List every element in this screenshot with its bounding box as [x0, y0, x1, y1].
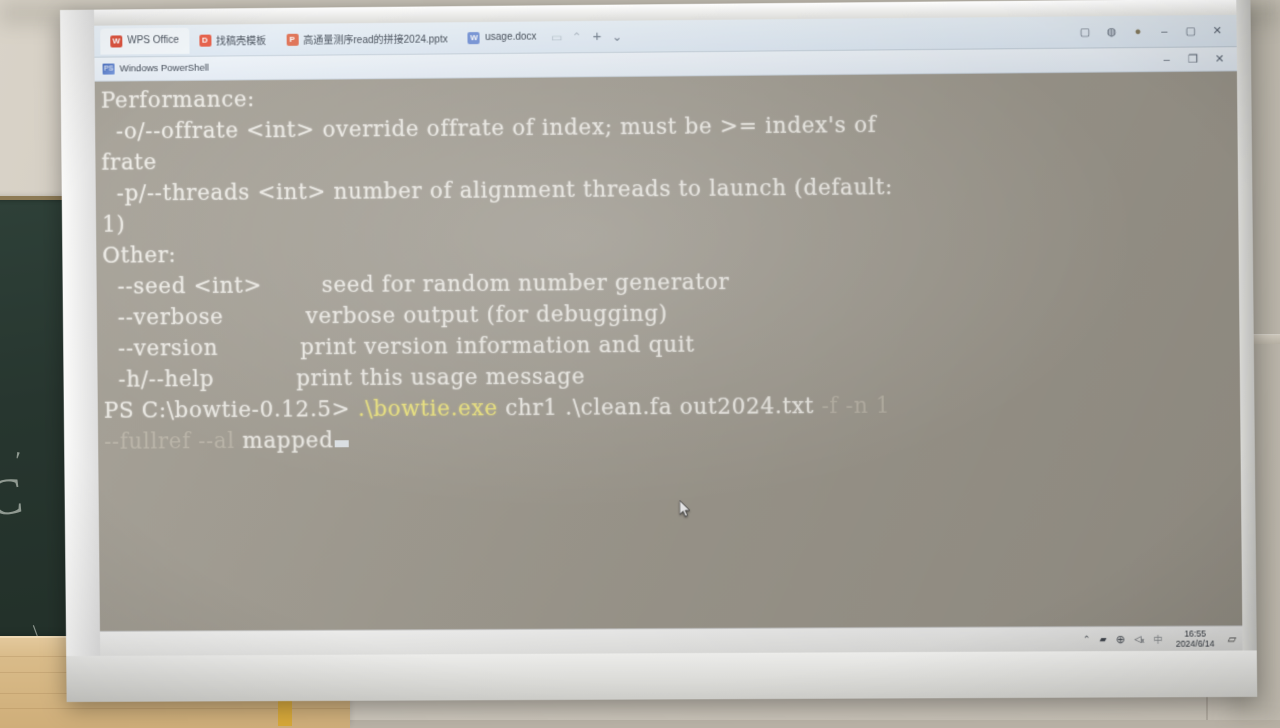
- system-tray: ⌃ ▰ ⊕ ◁ₓ 中: [1083, 632, 1163, 645]
- mouse-cursor-icon: [679, 500, 692, 518]
- screen-frame-bottom: [66, 650, 1258, 703]
- console-text: --verbose verbose output (for debugging): [102, 301, 668, 331]
- wps-minimize-button[interactable]: –: [1151, 20, 1178, 42]
- title-bar-spacer: [209, 60, 1153, 69]
- console-text: Performance:: [100, 87, 256, 114]
- network-globe-icon[interactable]: ⊕: [1116, 632, 1125, 645]
- wps-close-button[interactable]: ✕: [1204, 19, 1231, 41]
- tab-list-icon[interactable]: ▭: [547, 27, 567, 47]
- tab-pptx-document[interactable]: P 高通量测序read的拼接2024.pptx: [276, 25, 458, 53]
- globe-icon[interactable]: ◍: [1098, 20, 1125, 42]
- console-text: .\bowtie.exe: [357, 396, 498, 423]
- console-text: --seed <int> seed for random number gene…: [102, 269, 730, 300]
- new-tab-dropdown-icon[interactable]: ⌄: [607, 26, 627, 46]
- tab-label: WPS Office: [127, 34, 179, 47]
- projected-desktop: W WPS Office D 找稿壳模板 P 高通量测序read的拼接2024.…: [94, 14, 1243, 656]
- ps-close-button[interactable]: ✕: [1206, 48, 1233, 70]
- taskbar-clock[interactable]: 16:55 2024/6/14: [1171, 628, 1220, 648]
- projection-screen: W WPS Office D 找稿壳模板 P 高通量测序read的拼接2024.…: [60, 0, 1258, 703]
- sidebar-toggle-icon[interactable]: ▢: [1072, 21, 1099, 43]
- tab-wps-office[interactable]: W WPS Office: [100, 27, 190, 55]
- clock-date: 2024/6/14: [1175, 638, 1215, 649]
- console-text: frate: [101, 150, 158, 176]
- tab-strip-spacer: [627, 32, 1072, 36]
- template-icon: D: [198, 34, 212, 47]
- wps-maximize-button[interactable]: ▢: [1177, 20, 1204, 42]
- text-cursor: [334, 440, 349, 448]
- folder-tray-icon[interactable]: ▰: [1099, 634, 1106, 645]
- desktop-surface: W WPS Office D 找稿壳模板 P 高通量测序read的拼接2024.…: [94, 14, 1243, 656]
- wps-logo-icon: W: [110, 34, 123, 48]
- tab-template-search[interactable]: D 找稿壳模板: [189, 26, 276, 53]
- console-text: Other:: [102, 243, 177, 269]
- powershell-window-title: Windows PowerShell: [119, 62, 209, 75]
- tab-label: 高通量测序read的拼接2024.pptx: [303, 34, 448, 47]
- console-text: -p/--threads <int> number of alignment t…: [101, 175, 894, 207]
- console-text: chr1 .\clean.fa out2024.txt: [497, 393, 822, 422]
- account-avatar[interactable]: ●: [1125, 20, 1152, 42]
- windows-taskbar: ⌃ ▰ ⊕ ◁ₓ 中 16:55 2024/6/14 ▱: [99, 625, 1243, 656]
- powershell-icon: PS: [102, 63, 115, 75]
- show-hidden-icons-chevron[interactable]: ⌃: [1083, 634, 1091, 645]
- clock-time: 16:55: [1184, 628, 1206, 639]
- console-text: -h/--help print this usage message: [103, 364, 586, 393]
- ps-maximize-button[interactable]: ❐: [1180, 48, 1207, 70]
- tab-label: 找稿壳模板: [215, 36, 267, 48]
- console-text: PS C:\bowtie-0.12.5>: [103, 397, 359, 424]
- ps-minimize-button[interactable]: –: [1153, 48, 1180, 70]
- console-text: --fullref --al: [104, 428, 235, 455]
- word-icon: W: [467, 31, 481, 44]
- powershell-console-output[interactable]: Performance: -o/--offrate <int> override…: [94, 71, 1243, 632]
- console-text: -f -n 1: [821, 393, 891, 420]
- powerpoint-icon: P: [286, 33, 299, 46]
- new-tab-button[interactable]: +: [587, 26, 607, 46]
- chevron-up-icon[interactable]: ⌃: [567, 27, 587, 47]
- notifications-icon[interactable]: ▱: [1228, 632, 1237, 645]
- volume-muted-icon[interactable]: ◁ₓ: [1134, 633, 1144, 644]
- tab-label: usage.docx: [484, 31, 537, 44]
- tab-usage-docx[interactable]: W usage.docx: [458, 24, 547, 51]
- ime-language-icon[interactable]: 中: [1153, 632, 1162, 645]
- console-text: mapped: [234, 428, 334, 454]
- console-text: --version print version information and …: [103, 332, 695, 362]
- console-line: --fullref --al mapped: [104, 419, 1241, 457]
- console-text: 1): [101, 212, 126, 238]
- console-text: -o/--offrate <int> override offrate of i…: [101, 112, 877, 145]
